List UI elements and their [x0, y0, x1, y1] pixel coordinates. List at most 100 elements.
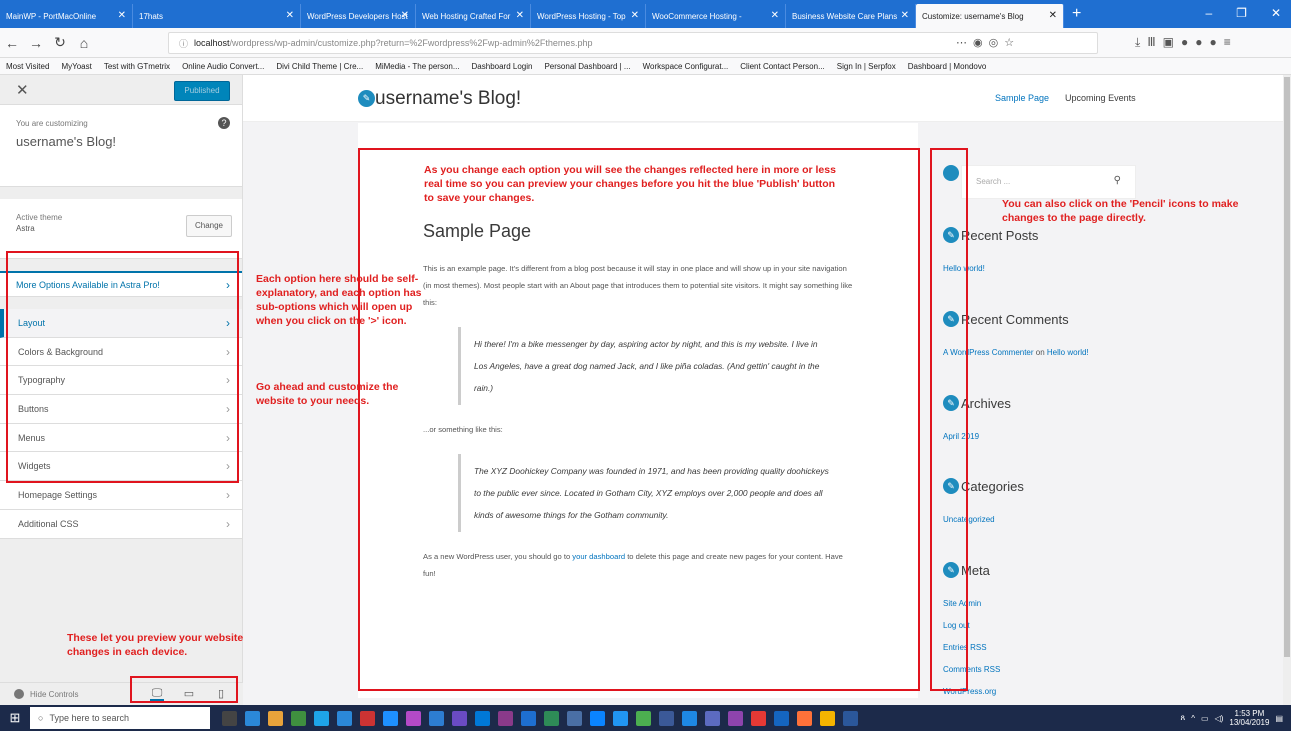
- menu-item-homepage-settings[interactable]: Homepage Settings ›: [0, 481, 242, 510]
- forward-icon[interactable]: →: [24, 35, 48, 51]
- browser-tab[interactable]: 17hats ✕: [133, 4, 301, 28]
- nav-upcoming-events[interactable]: Upcoming Events: [1065, 93, 1136, 103]
- app-icon[interactable]: [521, 710, 536, 726]
- windows-start-icon[interactable]: ⊞: [0, 710, 30, 726]
- close-tab-icon[interactable]: ✕: [1049, 10, 1057, 21]
- pocket-icon[interactable]: ◉: [973, 37, 989, 49]
- app-icon[interactable]: [751, 710, 766, 726]
- bookmark-star-icon[interactable]: ☆: [1004, 37, 1020, 49]
- app-icon[interactable]: [498, 710, 513, 726]
- taskbar-search-input[interactable]: ○ Type here to search: [30, 707, 210, 729]
- app-icon[interactable]: [475, 710, 490, 726]
- close-tab-icon[interactable]: ✕: [631, 10, 639, 21]
- close-tab-icon[interactable]: ✕: [516, 10, 524, 21]
- bookmark[interactable]: Dashboard Login: [472, 62, 533, 71]
- bookmark[interactable]: MyYoast: [61, 62, 91, 71]
- close-customizer-icon[interactable]: ✕: [16, 81, 29, 99]
- home-icon[interactable]: ⌂: [72, 35, 96, 51]
- extension-icon[interactable]: ●: [1209, 35, 1223, 49]
- app-icon[interactable]: [245, 710, 260, 726]
- meta-link[interactable]: Entries RSS: [943, 637, 1233, 659]
- app-icon[interactable]: [452, 710, 467, 726]
- app-icon[interactable]: [544, 710, 559, 726]
- hide-controls-icon[interactable]: [14, 689, 24, 699]
- page-actions-icon[interactable]: ⋯: [956, 37, 973, 49]
- close-tab-icon[interactable]: ✕: [901, 10, 909, 21]
- site-title[interactable]: ✎ username's Blog!: [358, 88, 521, 110]
- menu-item-additional-css[interactable]: Additional CSS ›: [0, 510, 242, 539]
- app-icon[interactable]: [291, 710, 306, 726]
- app-icon[interactable]: [567, 710, 582, 726]
- browser-tab[interactable]: WordPress Hosting - Top ✕: [531, 4, 646, 28]
- scrollbar-thumb[interactable]: [1284, 77, 1290, 657]
- app-icon[interactable]: [337, 710, 352, 726]
- sidebar-search-input[interactable]: Search ... ⚲: [961, 165, 1136, 199]
- bookmark[interactable]: Client Contact Person...: [740, 62, 824, 71]
- change-theme-button[interactable]: Change: [186, 215, 232, 237]
- app-icon[interactable]: [774, 710, 789, 726]
- bookmark[interactable]: Sign In | Serpfox: [837, 62, 896, 71]
- close-tab-icon[interactable]: ✕: [401, 10, 409, 21]
- browser-tab[interactable]: Web Hosting Crafted For ✕: [416, 4, 531, 28]
- library-icon[interactable]: Ⅲ: [1147, 35, 1162, 49]
- app-icon[interactable]: [268, 710, 283, 726]
- close-tab-icon[interactable]: ✕: [118, 10, 126, 21]
- browser-tab[interactable]: WooCommerce Hosting - ✕: [646, 4, 786, 28]
- network-icon[interactable]: ▭: [1201, 714, 1209, 723]
- reader-icon[interactable]: ◎: [989, 37, 1005, 49]
- bookmark[interactable]: Personal Dashboard | ...: [544, 62, 630, 71]
- search-icon[interactable]: ⚲: [1114, 175, 1121, 186]
- close-tab-icon[interactable]: ✕: [286, 10, 294, 21]
- app-icon[interactable]: [314, 710, 329, 726]
- app-icon[interactable]: [728, 710, 743, 726]
- back-icon[interactable]: ←: [0, 35, 24, 51]
- hide-controls-button[interactable]: Hide Controls: [30, 690, 78, 699]
- restore-icon[interactable]: ❐: [1236, 6, 1247, 20]
- bookmark[interactable]: Test with GTmetrix: [104, 62, 170, 71]
- app-icon[interactable]: [429, 710, 444, 726]
- app-icon[interactable]: [659, 710, 674, 726]
- browser-tab-active[interactable]: Customize: username's Blog ✕: [916, 4, 1064, 28]
- meta-link[interactable]: Site Admin: [943, 593, 1233, 615]
- comment-post-link[interactable]: Hello world!: [1047, 348, 1089, 357]
- sidebar-icon[interactable]: ▣: [1163, 35, 1181, 49]
- meta-link[interactable]: WordPress.org: [943, 681, 1233, 703]
- extension-icon[interactable]: ●: [1181, 35, 1195, 49]
- app-icon[interactable]: [406, 710, 421, 726]
- bookmark[interactable]: Dashboard | Mondovo: [908, 62, 987, 71]
- bookmark[interactable]: Divi Child Theme | Cre...: [276, 62, 363, 71]
- app-icon[interactable]: [820, 710, 835, 726]
- app-icon[interactable]: [383, 710, 398, 726]
- browser-tab[interactable]: Business Website Care Plans ✕: [786, 4, 916, 28]
- bookmark[interactable]: Online Audio Convert...: [182, 62, 264, 71]
- bookmark[interactable]: Most Visited: [6, 62, 49, 71]
- info-icon[interactable]: ⓘ: [179, 37, 188, 50]
- app-icon[interactable]: [360, 710, 375, 726]
- app-icon[interactable]: [705, 710, 720, 726]
- download-icon[interactable]: ⤓: [1135, 35, 1147, 49]
- publish-button[interactable]: Published: [174, 81, 230, 101]
- new-tab-icon[interactable]: +: [1072, 5, 1081, 23]
- app-icon[interactable]: [797, 710, 812, 726]
- meta-link[interactable]: Log out: [943, 615, 1233, 637]
- clock[interactable]: 1:53 PM 13/04/2019: [1229, 709, 1269, 727]
- nav-sample-page[interactable]: Sample Page: [995, 93, 1049, 103]
- browser-tab[interactable]: MainWP - PortMacOnline ✕: [0, 4, 133, 28]
- bookmark[interactable]: MiMedia - The person...: [375, 62, 459, 71]
- volume-icon[interactable]: ◁): [1215, 714, 1224, 723]
- app-icon[interactable]: [636, 710, 651, 726]
- close-window-icon[interactable]: ✕: [1271, 6, 1281, 20]
- edit-pencil-icon[interactable]: ✎: [358, 90, 375, 108]
- app-icon[interactable]: [590, 710, 605, 726]
- menu-icon[interactable]: ≡: [1224, 35, 1238, 49]
- preview-scrollbar[interactable]: [1283, 75, 1291, 705]
- extension-icon[interactable]: ●: [1195, 35, 1209, 49]
- notifications-icon[interactable]: ▤: [1275, 714, 1283, 723]
- close-tab-icon[interactable]: ✕: [771, 10, 779, 21]
- app-icon[interactable]: [613, 710, 628, 726]
- minimize-icon[interactable]: –: [1205, 6, 1212, 20]
- reload-icon[interactable]: ↻: [48, 34, 72, 51]
- app-icon[interactable]: [222, 710, 237, 726]
- people-icon[interactable]: ጸ: [1181, 713, 1186, 723]
- app-icon[interactable]: [682, 710, 697, 726]
